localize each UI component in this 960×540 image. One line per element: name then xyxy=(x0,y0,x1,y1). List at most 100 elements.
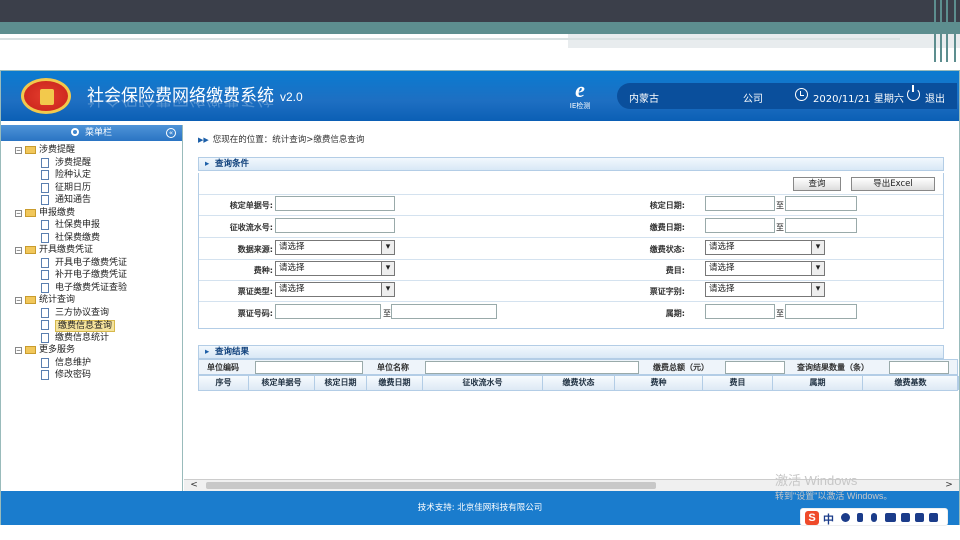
unit-code-input[interactable] xyxy=(255,361,363,374)
menu-item[interactable]: 电子缴费凭证查验 xyxy=(15,282,182,295)
column-header[interactable]: 缴费基数 xyxy=(863,376,959,390)
ie-check-icon[interactable]: e IE检测 xyxy=(567,79,593,115)
menu-item-label: 电子缴费凭证查验 xyxy=(55,282,128,293)
column-header[interactable]: 费目 xyxy=(703,376,773,390)
moon-icon[interactable] xyxy=(841,513,850,522)
voucher-type-select[interactable]: 请选择 xyxy=(275,282,395,297)
menu-item[interactable]: 险种认定 xyxy=(15,169,182,182)
voucher-no-label: 票证号码: xyxy=(237,309,273,318)
folder-icon xyxy=(25,346,36,354)
menu-item-label: 缴费信息统计 xyxy=(55,332,110,343)
document-icon xyxy=(41,270,49,280)
menu-item[interactable]: 通知通告 xyxy=(15,194,182,207)
column-header[interactable]: 征收流水号 xyxy=(423,376,543,390)
shirt-icon[interactable] xyxy=(915,513,924,522)
period-start-input[interactable] xyxy=(705,304,775,319)
collapse-toggle-icon[interactable]: − xyxy=(15,347,22,354)
keyboard-icon[interactable] xyxy=(885,513,896,522)
menu-item[interactable]: 社保费缴费 xyxy=(15,232,182,245)
punctuation-icon[interactable] xyxy=(857,513,863,522)
microphone-icon[interactable] xyxy=(871,513,877,522)
menu-item-label: 社保费申报 xyxy=(55,220,101,230)
collapse-toggle-icon[interactable]: − xyxy=(15,147,22,154)
voucher-char-select[interactable]: 请选择 xyxy=(705,282,825,297)
menu-item[interactable]: 涉费提醒 xyxy=(15,157,182,170)
logout-link[interactable]: 退出 xyxy=(925,90,945,105)
query-button[interactable]: 查询 xyxy=(793,177,841,191)
column-header[interactable]: 序号 xyxy=(199,376,249,390)
slide-top-band xyxy=(0,0,960,22)
fee-type-select[interactable]: 请选择 xyxy=(275,261,395,276)
data-source-select[interactable]: 请选择 xyxy=(275,240,395,255)
document-icon xyxy=(41,357,49,368)
pay-date-start-input[interactable] xyxy=(705,218,775,233)
document-icon xyxy=(41,282,49,293)
pay-date-label: 缴费日期: xyxy=(649,223,685,232)
column-header[interactable]: 核定日期 xyxy=(315,376,367,390)
scroll-thumb[interactable] xyxy=(206,482,656,489)
sogou-ime-icon[interactable]: S xyxy=(805,511,819,525)
column-header[interactable]: 缴费日期 xyxy=(367,376,423,390)
menu-item[interactable]: 缴费信息统计 xyxy=(15,332,182,345)
ime-mode-label[interactable]: 中 xyxy=(823,511,834,527)
menu-group[interactable]: − 开具缴费凭证 xyxy=(15,244,182,257)
column-header[interactable]: 属期 xyxy=(773,376,863,390)
power-icon[interactable] xyxy=(907,85,920,101)
collapse-toggle-icon[interactable]: − xyxy=(15,297,22,304)
folder-icon xyxy=(25,296,36,304)
period-end-input[interactable] xyxy=(785,304,857,319)
voucher-no-end-input[interactable] xyxy=(391,304,497,319)
total-amount-input[interactable] xyxy=(725,361,785,374)
menu-group[interactable]: − 统计查询 xyxy=(15,294,182,307)
skin-icon[interactable] xyxy=(901,513,910,522)
hd-date-start-input[interactable] xyxy=(705,196,775,211)
collapse-toggle-icon[interactable]: − xyxy=(15,247,22,254)
fee-item-select[interactable]: 请选择 xyxy=(705,261,825,276)
menu-tree: − 涉费提醒 涉费提醒 险种认定 征期日历 通知通告 − 申报缴费 社保费申报社保费缴费 − 开具缴… xyxy=(1,141,182,382)
scroll-left-icon[interactable]: < xyxy=(188,480,200,491)
voucher-no-to-label: 至 xyxy=(383,309,391,318)
menu-item[interactable]: 补开电子缴费凭证 xyxy=(15,269,182,282)
menu-item[interactable]: 征期日历 xyxy=(15,182,182,195)
menu-item[interactable]: 开具电子缴费凭证 xyxy=(15,257,182,270)
windows-activation-hint: 转到"设置"以激活 Windows。 xyxy=(775,491,893,501)
menu-group-label: 更多服务 xyxy=(39,345,76,355)
org-name: 内蒙古 xyxy=(629,94,659,105)
menu-item-label: 征期日历 xyxy=(55,182,92,193)
toolbox-icon[interactable] xyxy=(929,513,938,522)
hd-date-end-input[interactable] xyxy=(785,196,857,211)
document-icon xyxy=(41,320,49,330)
export-excel-button[interactable]: 导出Excel xyxy=(851,177,935,191)
system-version: v2.0 xyxy=(280,90,303,104)
collapse-toggle-icon[interactable]: − xyxy=(15,209,22,217)
voucher-no-start-input[interactable] xyxy=(275,304,381,319)
menu-item[interactable]: 信息维护 xyxy=(15,357,182,370)
column-header[interactable]: 费种 xyxy=(615,376,703,390)
menu-group[interactable]: − 更多服务 xyxy=(15,344,182,357)
unit-name-input[interactable] xyxy=(425,361,639,374)
menu-group[interactable]: − 涉费提醒 xyxy=(15,144,182,157)
hd-no-input[interactable] xyxy=(275,196,395,211)
column-header[interactable]: 缴费状态 xyxy=(543,376,615,390)
document-icon xyxy=(41,170,49,180)
ime-toolbar[interactable]: S 中 xyxy=(800,508,948,526)
scroll-right-icon[interactable]: > xyxy=(943,480,955,491)
zs-serial-input[interactable] xyxy=(275,218,395,233)
pay-status-select[interactable]: 请选择 xyxy=(705,240,825,255)
menu-item[interactable]: 修改密码 xyxy=(15,369,182,382)
collapse-icon[interactable]: « xyxy=(166,128,176,138)
slide-divider-line xyxy=(0,38,900,40)
pay-date-end-input[interactable] xyxy=(785,218,857,233)
emblem-logo xyxy=(21,78,71,114)
pay-status-label: 缴费状态: xyxy=(649,245,685,254)
menu-group[interactable]: − 申报缴费 xyxy=(15,207,182,220)
fee-item-label: 费目: xyxy=(665,266,685,275)
column-header[interactable]: 核定单据号 xyxy=(249,376,315,390)
menu-item[interactable]: 缴费信息查询 xyxy=(15,319,182,332)
result-count-input[interactable] xyxy=(889,361,949,374)
org-name-suffix: 公司 xyxy=(743,94,763,105)
voucher-char-label: 票证字别: xyxy=(649,287,685,296)
menu-item[interactable]: 三方协议查询 xyxy=(15,307,182,320)
menu-group-label: 开具缴费凭证 xyxy=(39,245,94,255)
menu-item[interactable]: 社保费申报 xyxy=(15,219,182,232)
